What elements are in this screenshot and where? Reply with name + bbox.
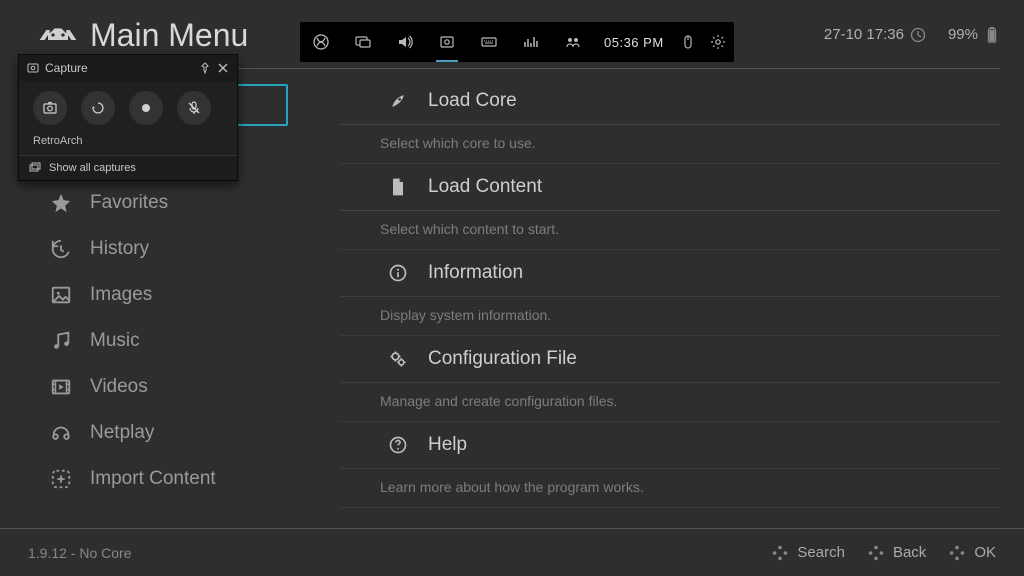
sidebar-item-label: Favorites [90,192,168,214]
sidebar-item-label: Import Content [90,468,216,490]
menu-label: Load Core [428,90,517,112]
footer-back[interactable]: Back [867,544,926,562]
dpad-icon [771,544,789,562]
sidebar-item-favorites[interactable]: Favorites [24,180,314,226]
image-icon [50,284,72,306]
footer-label: OK [974,544,996,561]
menu-label: Configuration File [428,348,577,370]
dpad-icon [948,544,966,562]
footer-search[interactable]: Search [771,544,845,562]
footer-label: Back [893,544,926,561]
page-title: Main Menu [90,17,248,54]
header-datetime: 27-10 17:36 [824,26,904,43]
sidebar-item-import-content[interactable]: Import Content [24,456,314,502]
sidebar-item-label: Images [90,284,152,306]
footer-label: Search [797,544,845,561]
menu-desc: Select which core to use. [340,125,1000,164]
header-status: 27-10 17:36 99% [824,26,1000,43]
history-icon [50,238,72,260]
battery-icon [984,27,1000,43]
menu-load-core[interactable]: Load Core [340,78,1000,125]
settings-icon[interactable] [702,22,734,62]
menu-restart[interactable]: Restart RetroArch [340,508,1000,516]
screenshot-button[interactable] [33,91,67,125]
sidebar-item-history[interactable]: History [24,226,314,272]
retroarch-logo-icon [38,23,78,47]
gamebar-tray: 05:36 PM [300,22,734,62]
footer-ok[interactable]: OK [948,544,996,562]
star-icon [50,192,72,214]
xbox-icon[interactable] [300,22,342,62]
sidebar-item-label: Netplay [90,422,154,444]
mic-off-button[interactable] [177,91,211,125]
battery-percentage: 99% [948,26,978,43]
keyboard-icon[interactable] [468,22,510,62]
menu-help[interactable]: Help [340,422,1000,469]
show-all-captures-label: Show all captures [49,162,136,174]
main-panel: Load Core Select which core to use. Load… [340,78,1000,516]
file-icon [388,177,408,197]
menu-information[interactable]: Information [340,250,1000,297]
close-icon[interactable] [217,62,229,74]
record-last-button[interactable] [81,91,115,125]
menu-label: Help [428,434,467,456]
audio-icon[interactable] [384,22,426,62]
menu-load-content[interactable]: Load Content [340,164,1000,211]
display-icon[interactable] [342,22,384,62]
gears-icon [388,349,408,369]
capture-header[interactable]: Capture [19,55,237,81]
sidebar-item-label: Music [90,330,140,352]
capture-overlay: Capture RetroArch Show all captures [18,54,238,181]
video-icon [50,376,72,398]
tray-clock: 05:36 PM [594,22,674,62]
menu-desc: Manage and create configuration files. [340,383,1000,422]
sidebar-item-label: Videos [90,376,148,398]
menu-desc: Display system information. [340,297,1000,336]
menu-desc: Select which content to start. [340,211,1000,250]
menu-configuration-file[interactable]: Configuration File [340,336,1000,383]
version-text: 1.9.12 - No Core [28,545,132,561]
pin-icon[interactable] [199,62,211,74]
show-all-captures[interactable]: Show all captures [19,155,237,180]
sidebar-item-images[interactable]: Images [24,272,314,318]
sidebar-item-videos[interactable]: Videos [24,364,314,410]
footer: 1.9.12 - No Core Search Back OK [0,528,1024,576]
rocket-icon [388,91,408,111]
mouse-icon[interactable] [674,22,702,62]
info-icon [388,263,408,283]
menu-label: Information [428,262,523,284]
capture-title: Capture [45,61,88,75]
record-button[interactable] [129,91,163,125]
help-icon [388,435,408,455]
capture-icon[interactable] [426,22,468,62]
performance-icon[interactable] [510,22,552,62]
capture-widget-icon [27,62,39,74]
sidebar-item-netplay[interactable]: Netplay [24,410,314,456]
music-icon [50,330,72,352]
clock-icon [910,27,926,43]
menu-label: Load Content [428,176,542,198]
capture-target: RetroArch [19,131,237,155]
netplay-icon [50,422,72,444]
sidebar-item-music[interactable]: Music [24,318,314,364]
menu-desc: Learn more about how the program works. [340,469,1000,508]
party-icon[interactable] [552,22,594,62]
plus-box-icon [50,468,72,490]
sidebar-item-label: History [90,238,149,260]
dpad-icon [867,544,885,562]
